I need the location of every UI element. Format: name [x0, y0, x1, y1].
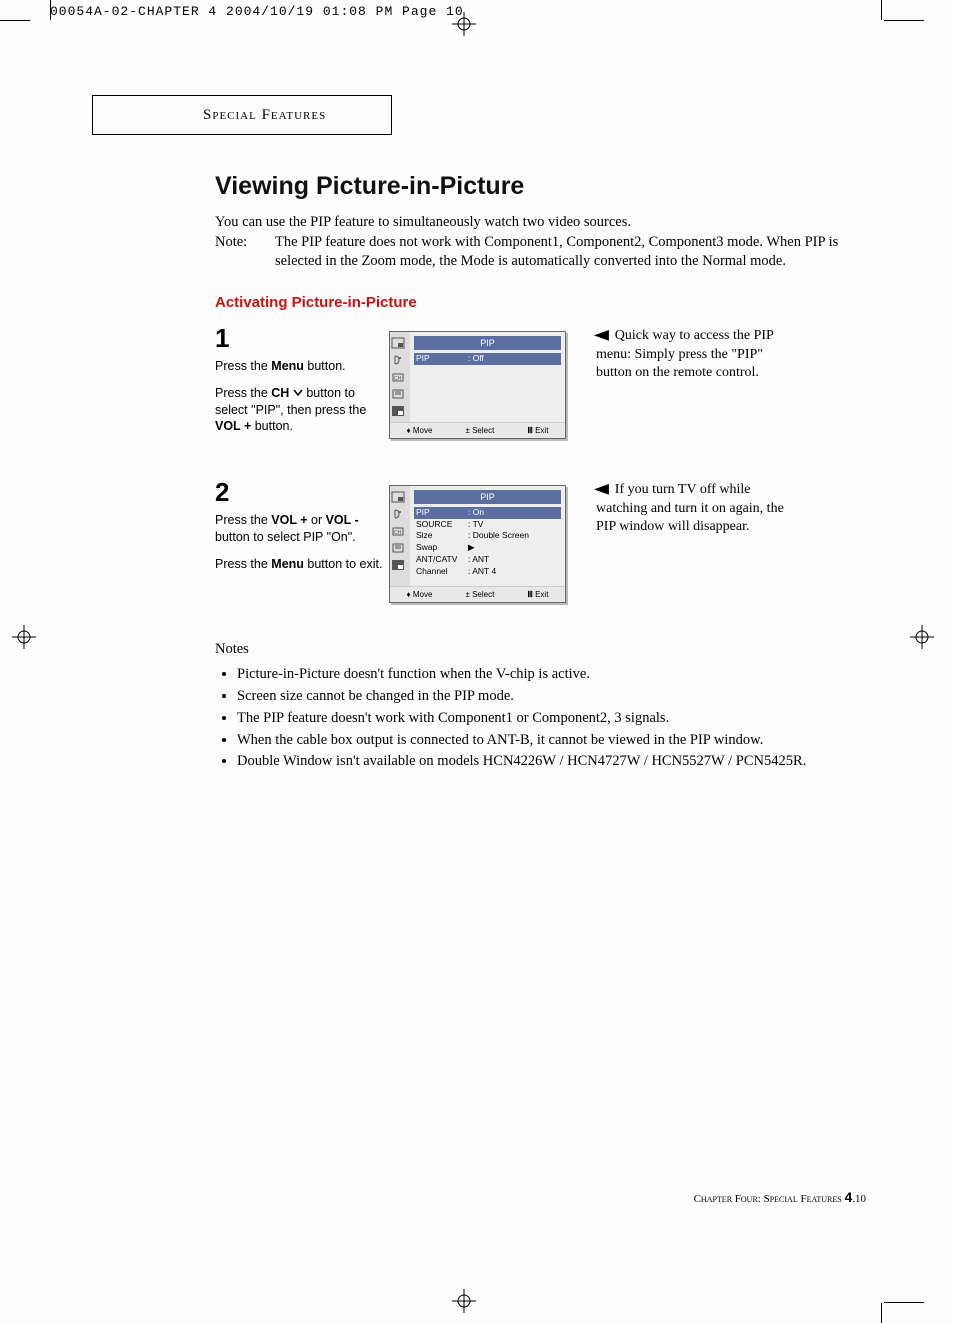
svg-text:CH: CH: [394, 376, 402, 382]
channel-icon: CH: [391, 524, 405, 538]
tip-1: ◀Quick way to access the PIP menu: Simpl…: [596, 327, 796, 384]
text: button.: [251, 419, 293, 433]
text: or: [308, 513, 326, 527]
osd-foot-select: ± Select: [465, 426, 494, 435]
step-2-text: 2 Press the VOL + or VOL - button to sel…: [215, 475, 385, 573]
osd-icon-column: CH: [390, 332, 410, 422]
footer-chapter: Chapter Four: Special Features: [694, 1193, 845, 1205]
text: button.: [304, 359, 346, 373]
osd-screenshot-2: CH PIP PIP: On SOURCE: TV Size: Double S…: [389, 485, 566, 603]
osd-body: PIP PIP : Off: [410, 332, 565, 422]
text: Press the: [215, 513, 271, 527]
content-area: Viewing Picture-in-Picture You can use t…: [215, 172, 874, 773]
osd-foot-exit: Ⅲ Exit: [527, 590, 548, 599]
osd-row: Swap▶: [410, 542, 565, 554]
step-number: 2: [215, 475, 385, 510]
channel-icon: CH: [391, 370, 405, 384]
tip-text: If you turn TV off while watching and tu…: [596, 482, 784, 535]
text: Press the: [215, 359, 271, 373]
tip-2: ◀If you turn TV off while watching and t…: [596, 481, 796, 538]
note-item: When the cable box output is connected t…: [237, 730, 874, 752]
section-header-box: Special Features: [92, 95, 392, 135]
sound-icon: [391, 353, 405, 367]
text-bold: VOL +: [271, 513, 307, 527]
registration-mark-icon: [452, 1289, 476, 1313]
crop-mark: [881, 1303, 882, 1323]
osd-icon-column: CH: [390, 486, 410, 586]
registration-mark-icon: [12, 625, 36, 649]
text: Press the: [215, 557, 271, 571]
text: button to select PIP "On".: [215, 530, 356, 544]
note-body: The PIP feature does not work with Compo…: [275, 233, 874, 272]
subheading: Activating Picture-in-Picture: [215, 294, 874, 311]
crop-mark: [884, 1302, 924, 1303]
svg-text:CH: CH: [394, 530, 402, 536]
crop-mark: [0, 20, 30, 21]
osd-foot-select: ± Select: [465, 590, 494, 599]
text: button to exit.: [304, 557, 383, 571]
registration-mark-icon: [910, 625, 934, 649]
picture-icon: [391, 490, 405, 504]
osd-key: PIP: [416, 353, 468, 365]
osd-footer: ♦ Move ± Select Ⅲ Exit: [390, 586, 565, 602]
osd-val: : Off: [468, 353, 484, 365]
tip-text: Quick way to access the PIP menu: Simply…: [596, 328, 773, 381]
arrow-left-icon: ◀: [594, 327, 609, 346]
crop-mark: [884, 20, 924, 21]
osd-foot-exit: Ⅲ Exit: [527, 426, 548, 435]
setup-icon: [391, 541, 405, 555]
step-1-text: 1 Press the Menu button. Press the CH bu…: [215, 321, 385, 436]
arrow-left-icon: ◀: [594, 481, 609, 500]
osd-row: SOURCE: TV: [410, 519, 565, 531]
page-title: Viewing Picture-in-Picture: [215, 172, 874, 201]
osd-footer: ♦ Move ± Select Ⅲ Exit: [390, 422, 565, 438]
setup-icon: [391, 387, 405, 401]
footer-page-minor: .10: [852, 1193, 866, 1205]
text-bold: VOL -: [326, 513, 359, 527]
text: Press the: [215, 386, 271, 400]
intro-line: You can use the PIP feature to simultane…: [215, 213, 874, 233]
step-number: 1: [215, 321, 385, 356]
osd-foot-move: ♦ Move: [407, 590, 433, 599]
pip-icon: [391, 404, 405, 418]
chevron-down-icon: [293, 385, 303, 402]
text-bold: CH: [271, 386, 289, 400]
osd-title: PIP: [414, 336, 561, 350]
pip-icon: [391, 558, 405, 572]
section-header-text: Special Features: [203, 107, 326, 124]
text-bold: Menu: [271, 557, 304, 571]
osd-row: Size: Double Screen: [410, 530, 565, 542]
page-footer: Chapter Four: Special Features 4.10: [694, 1189, 866, 1205]
note-item: Screen size cannot be changed in the PIP…: [237, 686, 874, 708]
osd-row: Channel: ANT 4: [410, 566, 565, 578]
notes-block: Notes Picture-in-Picture doesn't functio…: [215, 639, 874, 774]
page: 00054A-02-CHAPTER 4 2004/10/19 01:08 PM …: [0, 0, 954, 1323]
osd-body: PIP PIP: On SOURCE: TV Size: Double Scre…: [410, 486, 565, 586]
osd-title: PIP: [414, 490, 561, 504]
step-1-block: 1 Press the Menu button. Press the CH bu…: [215, 321, 874, 439]
osd-row: PIP: On: [414, 507, 561, 519]
note-label: Note:: [215, 233, 275, 272]
osd-row: ANT/CATV: ANT: [410, 554, 565, 566]
registration-mark-icon: [452, 12, 476, 36]
picture-icon: [391, 336, 405, 350]
sound-icon: [391, 507, 405, 521]
osd-foot-move: ♦ Move: [407, 426, 433, 435]
text-bold: VOL +: [215, 419, 251, 433]
header-slug: 00054A-02-CHAPTER 4 2004/10/19 01:08 PM …: [50, 4, 464, 19]
text-bold: Menu: [271, 359, 304, 373]
step-2-block: 2 Press the VOL + or VOL - button to sel…: [215, 475, 874, 603]
note-item: The PIP feature doesn't work with Compon…: [237, 708, 874, 730]
osd-row: PIP : Off: [414, 353, 561, 365]
osd-screenshot-1: CH PIP PIP : Off ♦ Move ± Select: [389, 331, 566, 439]
crop-mark: [881, 0, 882, 20]
note-item: Picture-in-Picture doesn't function when…: [237, 664, 874, 686]
intro-text: You can use the PIP feature to simultane…: [215, 213, 874, 272]
notes-label: Notes: [215, 641, 249, 657]
note-item: Double Window isn't available on models …: [237, 751, 874, 773]
